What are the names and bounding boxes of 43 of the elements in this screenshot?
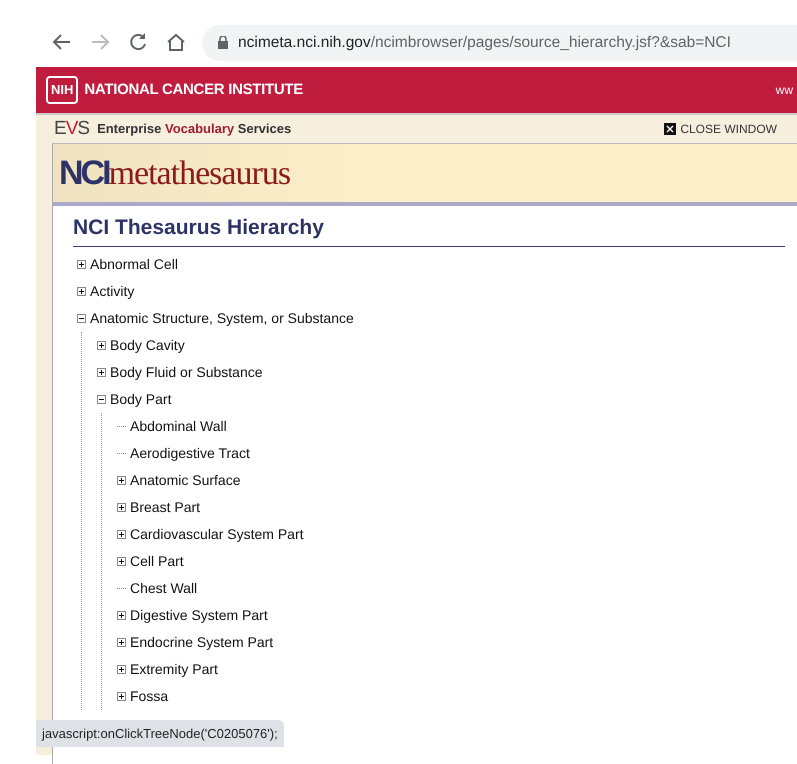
expand-icon[interactable]	[77, 286, 86, 296]
tree-node-link[interactable]: Endocrine System Part	[130, 632, 274, 652]
tree-node-link[interactable]: Digestive System Part	[130, 604, 268, 626]
tree-node-link[interactable]: Abnormal Cell	[90, 254, 178, 274]
nih-logo: NIH	[46, 76, 78, 104]
expand-icon[interactable]	[97, 368, 106, 376]
banner-title: NATIONAL CANCER INSTITUTE	[84, 80, 303, 100]
tree-node-link[interactable]: Body Fluid or Substance	[110, 362, 263, 382]
tree-node-link[interactable]: Aerodigestive Tract	[130, 442, 250, 464]
close-icon	[664, 123, 676, 135]
expand-icon[interactable]	[117, 530, 126, 538]
tree-node-link[interactable]: Cell Part	[130, 550, 184, 572]
expand-icon[interactable]	[117, 692, 126, 700]
status-bubble: javascript:onClickTreeNode('C0205076');	[36, 720, 284, 747]
collapse-icon[interactable]	[97, 394, 106, 404]
tree-node-link[interactable]: Anatomic Structure, System, or Substance	[90, 308, 354, 328]
tree-node-link[interactable]: Chest Wall	[130, 578, 198, 598]
address-bar[interactable]: ncimeta.nci.nih.gov/ncimbrowser/pages/source_hierarchy.jsf?&sab=NCI	[202, 24, 797, 60]
tree-node-link[interactable]: Body Part	[110, 388, 172, 410]
tree-node-link[interactable]: Anatomic Surface	[130, 470, 240, 490]
tree-node-link[interactable]: Activity	[90, 280, 134, 302]
expand-icon[interactable]	[117, 502, 126, 512]
expand-icon[interactable]	[117, 476, 126, 484]
tree-node-link[interactable]: Abdominal Wall	[130, 416, 227, 436]
lock-icon	[218, 36, 228, 49]
expand-icon[interactable]	[97, 340, 106, 350]
page-heading: NCI Thesaurus Hierarchy	[73, 212, 785, 246]
tree-node-link[interactable]: Breast Part	[130, 496, 200, 518]
close-window-link[interactable]: CLOSE WINDOW	[664, 120, 777, 138]
tree-node-link[interactable]: Extremity Part	[130, 658, 218, 680]
expand-icon[interactable]	[77, 260, 86, 268]
expand-icon[interactable]	[117, 638, 126, 646]
collapse-icon[interactable]	[77, 314, 86, 322]
product-logo: NCImetathesaurus	[59, 152, 290, 194]
evs-logo: EVS	[54, 116, 90, 141]
evs-tagline: Enterprise Vocabulary Services	[97, 120, 292, 138]
banner-link[interactable]: ww	[776, 81, 793, 99]
expand-icon[interactable]	[117, 556, 126, 566]
tree-node-link[interactable]: Cardiovascular System Part	[130, 524, 304, 544]
expand-icon[interactable]	[117, 610, 126, 620]
tree-node-link[interactable]: Fossa	[130, 686, 168, 706]
tree-node-link[interactable]: Body Cavity	[110, 334, 185, 356]
expand-icon[interactable]	[117, 664, 126, 674]
